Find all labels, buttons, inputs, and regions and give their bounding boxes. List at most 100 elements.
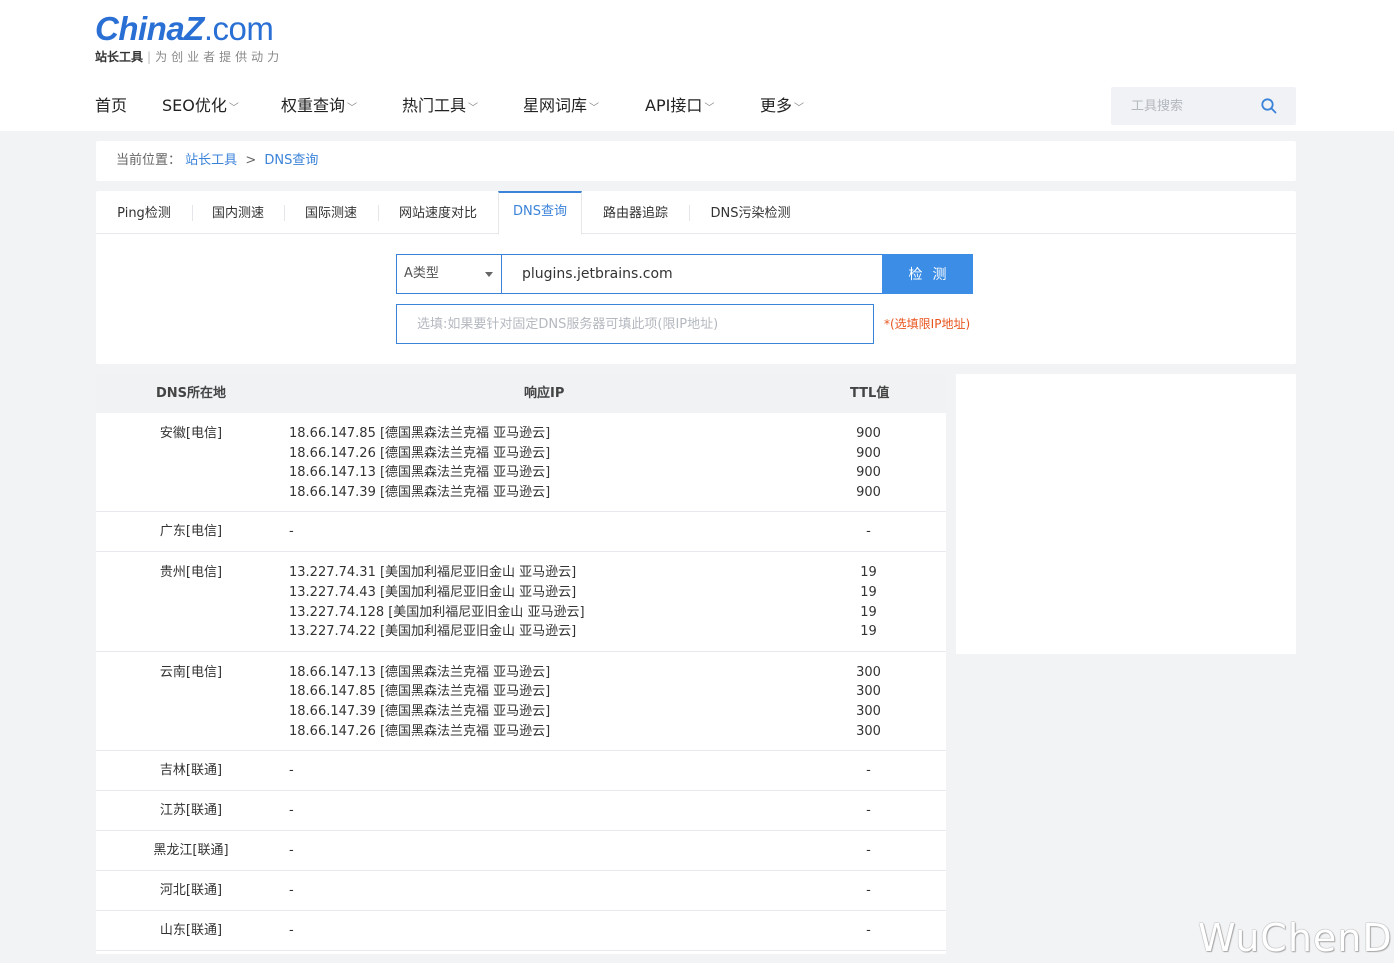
ttl-list: - (836, 761, 901, 781)
ttl-list: - (836, 522, 901, 542)
logo[interactable]: ChinaZ.com 站长工具 | 为创业者提供动力 (95, 10, 283, 65)
response-ip: - (289, 843, 294, 859)
search-icon[interactable] (1260, 97, 1278, 115)
response-ip-list: 13.227.74.31 [美国加利福尼亚旧金山 亚马逊云] 13.227.74.… (289, 563, 585, 641)
tab-dns-pollution[interactable]: DNS污染检测 (689, 191, 812, 234)
check-button[interactable]: 检测 (882, 254, 973, 294)
ttl-value: - (866, 803, 871, 819)
response-ip: - (289, 763, 294, 779)
chevron-down-icon: ﹀ (589, 103, 600, 114)
ttl-value: 19 (860, 624, 877, 640)
dropdown-arrow-icon (485, 272, 493, 277)
nav-seo[interactable]: SEO优化 ﹀ (162, 92, 239, 123)
chevron-down-icon: ﹀ (228, 103, 239, 114)
chevron-down-icon: ﹀ (704, 103, 715, 114)
response-ip: 13.227.74.31 [美国加利福尼亚旧金山 亚马逊云] (289, 565, 577, 581)
ttl-value: 300 (856, 723, 881, 739)
dns-location: 吉林[联通] (159, 763, 223, 779)
response-ip: 18.66.147.13 [德国黑森法兰克福 亚马逊云] (289, 664, 551, 680)
table-row: 云南[电信] 18.66.147.13 [德国黑森法兰克福 亚马逊云] 18.66.… (96, 652, 946, 752)
header-ip: 响应IP (524, 386, 565, 401)
nav-hot-tools[interactable]: 热门工具 ﹀ (402, 92, 478, 123)
breadcrumb-home-link[interactable]: 站长工具 (185, 153, 237, 168)
chevron-down-icon: ﹀ (794, 103, 805, 114)
dns-location: 云南[电信] (159, 664, 223, 680)
table-row: 黑龙江[联通] - - (96, 831, 946, 872)
logo-tagline: 站长工具 | 为创业者提供动力 (95, 50, 284, 64)
table-row: 吉林[联通] - - (96, 751, 946, 792)
nav-keywords[interactable]: 星网词库 ﹀ (523, 92, 599, 123)
domain-input[interactable] (501, 254, 883, 294)
dns-server-input[interactable] (396, 304, 874, 344)
response-ip: 13.227.74.22 [美国加利福尼亚旧金山 亚马逊云] (289, 624, 577, 640)
response-ip: 13.227.74.128 [美国加利福尼亚旧金山 亚马逊云] (289, 604, 585, 620)
breadcrumb: 当前位置： 站长工具 > DNS查询 (96, 141, 1296, 181)
response-ip: 18.66.147.26 [德国黑森法兰克福 亚马逊云] (289, 723, 551, 739)
response-ip: - (289, 524, 294, 540)
tab-speed-compare[interactable]: 网站速度对比 (378, 191, 498, 234)
ttl-value: - (866, 843, 871, 859)
response-ip: - (289, 923, 294, 939)
dns-server-hint: *(选填限IP地址) (884, 317, 971, 331)
ttl-list: - (836, 921, 901, 941)
table-row: 广东[电信] - - (96, 512, 946, 553)
response-ip-list: - (289, 881, 294, 901)
side-panel (956, 374, 1296, 654)
tab-ping[interactable]: Ping检测 (96, 191, 192, 234)
watermark: WuChenDi (1198, 916, 1394, 960)
response-ip-list: - (289, 522, 294, 542)
tab-domestic-speed[interactable]: 国内测速 (192, 191, 284, 234)
table-row: 安徽[电信] 18.66.147.85 [德国黑森法兰克福 亚马逊云] 18.66.… (96, 413, 946, 513)
ttl-value: 300 (856, 703, 881, 719)
response-ip: 18.66.147.85 [德国黑森法兰克福 亚马逊云] (289, 426, 551, 441)
logo-wordmark: ChinaZ.com (95, 10, 274, 47)
response-ip: - (289, 803, 294, 819)
dns-location: 黑龙江[联通] (153, 843, 229, 859)
response-ip: 18.66.147.39 [德国黑森法兰克福 亚马逊云] (289, 703, 551, 719)
ttl-value: 900 (856, 484, 881, 500)
ttl-value: 19 (860, 565, 877, 581)
nav-api[interactable]: API接口 ﹀ (645, 92, 714, 123)
response-ip-list: 18.66.147.13 [德国黑森法兰克福 亚马逊云] 18.66.147.85… (289, 663, 550, 741)
response-ip: 18.66.147.85 [德国黑森法兰克福 亚马逊云] (289, 684, 551, 700)
ttl-value: 900 (856, 445, 881, 461)
ttl-list: - (836, 841, 901, 861)
record-type-select[interactable]: A类型 (396, 254, 502, 294)
dns-location: 贵州[电信] (159, 565, 223, 581)
ttl-value: 900 (856, 426, 881, 441)
ttl-value: 900 (856, 465, 881, 481)
dns-location: 河北[联通] (159, 883, 223, 899)
response-ip: 18.66.147.26 [德国黑森法兰克福 亚马逊云] (289, 445, 551, 461)
response-ip: 13.227.74.43 [美国加利福尼亚旧金山 亚马逊云] (289, 584, 577, 600)
response-ip-list: - (289, 761, 294, 781)
breadcrumb-prefix: 当前位置： (116, 153, 182, 168)
response-ip-list: 18.66.147.85 [德国黑森法兰克福 亚马逊云] 18.66.147.26… (289, 424, 550, 502)
site-header: ChinaZ.com 站长工具 | 为创业者提供动力 首页 SEO优化 ﹀ 权重查询 ﹀… (0, 0, 1394, 131)
table-row: 贵州[电信] 13.227.74.31 [美国加利福尼亚旧金山 亚马逊云] 13.2… (96, 552, 946, 652)
tab-dns-query[interactable]: DNS查询 (498, 191, 582, 235)
dns-location: 山东[联通] (159, 923, 223, 939)
table-row: 山东[联通] - - (96, 911, 946, 952)
breadcrumb-current-link[interactable]: DNS查询 (264, 153, 318, 168)
ttl-list: 300 300 300 300 (836, 663, 901, 741)
ttl-value: 19 (860, 604, 877, 620)
breadcrumb-separator: > (245, 153, 257, 168)
table-row: 江苏[联通] - - (96, 791, 946, 832)
response-ip-list: - (289, 841, 294, 861)
ttl-value: - (866, 524, 871, 540)
nav-weight[interactable]: 权重查询 ﹀ (281, 92, 357, 123)
ttl-value: - (866, 883, 871, 899)
tab-intl-speed[interactable]: 国际测速 (284, 191, 378, 234)
tab-traceroute[interactable]: 路由器追踪 (582, 191, 689, 234)
tool-tabs: Ping检测 国内测速 国际测速 网站速度对比 DNS查询 路由器追踪 DNS污… (96, 191, 1296, 235)
dns-location: 安徽[电信] (159, 426, 223, 441)
nav-home[interactable]: 首页 (95, 92, 127, 120)
response-ip-list: - (289, 921, 294, 941)
tool-search-input[interactable] (1111, 87, 1261, 125)
header-location: DNS所在地 (156, 386, 227, 401)
nav-more[interactable]: 更多 ﹀ (760, 92, 804, 123)
ttl-value: 300 (856, 684, 881, 700)
ttl-value: 19 (860, 584, 877, 600)
ttl-list: 19 19 19 19 (836, 563, 901, 641)
ttl-value: - (866, 923, 871, 939)
